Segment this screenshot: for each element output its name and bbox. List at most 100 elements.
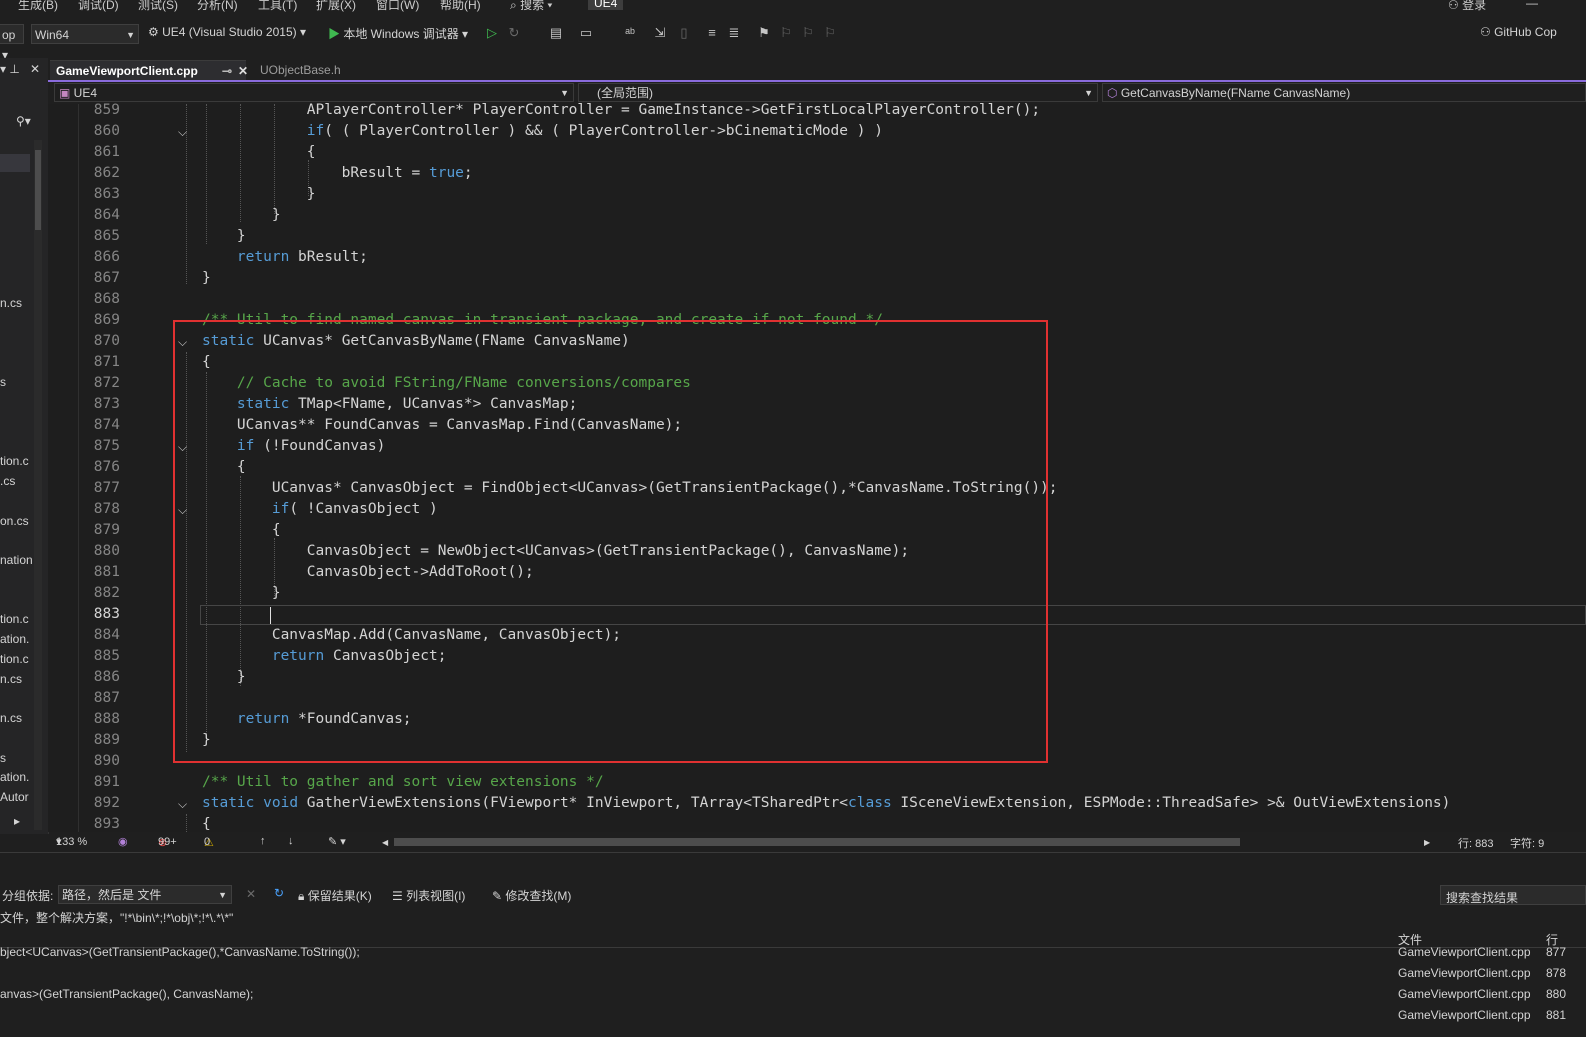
group-by-label: 分组依据: [2, 889, 54, 903]
file-item[interactable]: tion.c [0, 454, 29, 468]
line-number: 890 [93, 753, 120, 769]
arrow-up-icon[interactable]: ↑ [260, 835, 266, 847]
list-view-button[interactable]: ☰ 列表视图(I) [392, 887, 465, 904]
file-item[interactable]: ation. [0, 770, 29, 784]
line-number: 863 [93, 186, 120, 202]
bookmark-icon[interactable]: ⚑ [756, 24, 772, 42]
scope-dropdown[interactable]: (全局范围) ▼ [578, 83, 1098, 102]
line-number: 878 [93, 501, 120, 517]
menu-debug[interactable]: 调试(D) [78, 0, 119, 13]
file-item[interactable]: ation. [0, 632, 29, 646]
file-item[interactable]: n.cs [0, 711, 22, 725]
start-debugger-button[interactable]: ▶ 本地 Windows 调试器 ▾ [328, 25, 468, 42]
keep-results-button[interactable]: 🔒︎ 保留结果(K) [298, 887, 372, 904]
uncomment-icon[interactable]: ≣ [726, 24, 742, 42]
scrollbar-thumb[interactable] [35, 150, 41, 230]
code-line: bResult = true; [202, 165, 473, 181]
folder-icon[interactable]: ▤ [548, 24, 564, 42]
project-dropdown[interactable]: ▣ UE4 ▼ [54, 83, 574, 102]
result-file[interactable]: GameViewportClient.cpp [1398, 1008, 1531, 1022]
menu-help[interactable]: 帮助(H) [440, 0, 481, 13]
file-item[interactable]: .cs [0, 474, 15, 488]
line-number: 874 [93, 417, 120, 433]
brush-icon[interactable]: ✎ ▾ [328, 835, 346, 848]
arrow-down-icon[interactable]: ↓ [288, 835, 294, 847]
close-icon[interactable]: ✕ [238, 61, 248, 81]
bookmark-prev-icon[interactable]: ⚐ [778, 24, 794, 42]
result-file[interactable]: GameViewportClient.cpp [1398, 945, 1531, 959]
file-item[interactable]: n.cs [0, 296, 22, 310]
zoom-dropdown[interactable]: 133 % ▾ [56, 835, 87, 848]
configuration-dropdown[interactable]: op ▾ [0, 24, 24, 62]
line-number: 893 [93, 816, 120, 832]
menu-tools[interactable]: 工具(T) [258, 0, 297, 13]
menu-bar: 生成(B) 调试(D) 测试(S) 分析(N) 工具(T) 扩展(X) 窗口(W… [0, 0, 1586, 14]
pin-icon[interactable]: ▾ ⊥ [0, 62, 20, 76]
clear-icon[interactable]: ✕ [246, 887, 256, 901]
fold-toggle-icon[interactable]: ⌵ [178, 125, 187, 140]
menu-analyze[interactable]: 分析(N) [197, 0, 238, 13]
tab-gameviewportclient-cpp[interactable]: GameViewportClient.cpp ⊸ ✕ [50, 60, 248, 81]
result-file[interactable]: GameViewportClient.cpp [1398, 987, 1531, 1001]
file-item[interactable]: on.cs [0, 514, 29, 528]
file-item[interactable]: tion.c [0, 612, 29, 626]
spellcheck-icon[interactable]: ᵃᵇ [622, 24, 638, 42]
file-item[interactable]: s [0, 751, 6, 765]
code-line: } [202, 186, 316, 202]
pin-icon[interactable]: ⊸ [222, 61, 232, 81]
gear-icon: ⚙ [148, 25, 163, 39]
file-item[interactable]: n.cs [0, 672, 22, 686]
step-icon[interactable]: ⇲ [652, 24, 668, 42]
code-comment: /** Util to gather and sort view extensi… [202, 774, 604, 790]
line-number: 870 [93, 333, 120, 349]
step-disabled-icon[interactable]: ▯ [676, 24, 692, 42]
menu-build[interactable]: 生成(B) [18, 0, 58, 13]
result-text[interactable]: anvas>(GetTransientPackage(), CanvasName… [0, 987, 253, 1001]
platform-dropdown[interactable]: Win64 ▼ [31, 24, 139, 44]
result-file[interactable]: GameViewportClient.cpp [1398, 966, 1531, 980]
close-icon[interactable]: ✕ [30, 62, 40, 76]
hot-reload-icon[interactable]: ↻ [506, 24, 522, 42]
line-number: 888 [93, 711, 120, 727]
selected-tree-item[interactable] [0, 154, 30, 172]
fold-toggle-icon[interactable]: ⌵ [178, 797, 187, 812]
bookmark-next-icon[interactable]: ⚐ [800, 24, 816, 42]
scroll-right-icon[interactable]: ▶ [1424, 838, 1430, 847]
vertical-scrollbar[interactable] [34, 140, 42, 830]
start-without-debugging-icon[interactable]: ▷ [484, 24, 500, 42]
github-copilot-button[interactable]: ⚇ GitHub Cop [1480, 25, 1557, 39]
sign-in-button[interactable]: ⚇ 登录 [1448, 0, 1486, 13]
result-line: 880 [1546, 987, 1567, 1001]
menu-window[interactable]: 窗口(W) [376, 0, 419, 13]
menu-test[interactable]: 测试(S) [138, 0, 178, 13]
horizontal-scrollbar-thumb[interactable] [394, 838, 1240, 846]
line-number: 860 [93, 123, 120, 139]
menu-extensions[interactable]: 扩展(X) [316, 0, 356, 13]
search-find-results-input[interactable]: 搜索查找结果 [1440, 885, 1586, 905]
scroll-left-icon[interactable]: ◀ [382, 838, 388, 847]
tab-uobjectbase-h[interactable]: UObjectBase.h [254, 60, 370, 80]
refresh-icon[interactable]: ↻ [274, 886, 284, 900]
line-number: 885 [93, 648, 120, 664]
file-item[interactable]: nation [0, 553, 33, 567]
bookmark-clear-icon[interactable]: ⚐ [822, 24, 838, 42]
startup-project-dropdown[interactable]: ⚙ UE4 (Visual Studio 2015) ▾ [148, 25, 306, 39]
copilot-status-icon[interactable]: ◉ [118, 835, 128, 848]
group-by-dropdown[interactable]: 路径，然后是 文件 ▼ [58, 885, 232, 904]
result-text[interactable]: bject<UCanvas>(GetTransientPackage(),*Ca… [0, 945, 360, 959]
layout-icon[interactable]: ▭ [578, 24, 594, 42]
code-line: } [202, 228, 246, 244]
list-icon: ☰ [392, 889, 407, 903]
file-item[interactable]: tion.c [0, 652, 29, 666]
file-item[interactable]: s [0, 375, 6, 389]
modify-find-button[interactable]: ✎ 修改查找(M) [492, 887, 571, 904]
comment-icon[interactable]: ≡ [704, 24, 720, 42]
line-number: 869 [93, 312, 120, 328]
menu-search[interactable]: ⌕ 搜索 ▾ [510, 0, 552, 13]
member-dropdown[interactable]: ⬡ GetCanvasByName(FName CanvasName) [1102, 83, 1586, 102]
scroll-right-icon[interactable]: ▸ [14, 814, 20, 828]
search-icon[interactable]: ⚲▾ [16, 114, 31, 128]
file-item[interactable]: Autor [0, 790, 29, 804]
minimize-button[interactable]: — [1526, 0, 1538, 10]
line-number: 875 [93, 438, 120, 454]
